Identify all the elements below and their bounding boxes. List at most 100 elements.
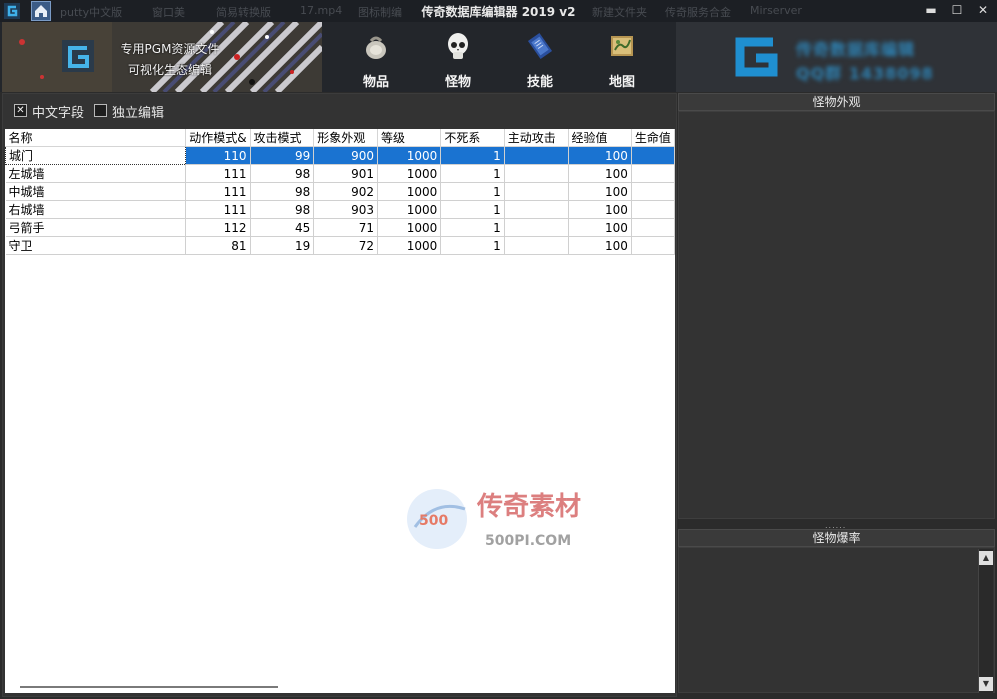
table-cell[interactable]: 1000 (377, 200, 442, 219)
table-cell[interactable]: 902 (313, 182, 379, 201)
table-cell[interactable] (631, 236, 675, 255)
brand-logo-icon (735, 37, 778, 77)
brand-blurred-line-2: QQ群 1438098 (796, 64, 934, 83)
column-header[interactable]: 动作模式& (185, 129, 251, 147)
column-header[interactable]: 生命值 (631, 129, 675, 147)
table-cell[interactable]: 72 (313, 236, 379, 255)
minimize-button[interactable]: ▬ (923, 2, 939, 18)
independent-edit-checkbox[interactable] (94, 104, 107, 117)
column-header[interactable]: 主动攻击 (504, 129, 569, 147)
table-row[interactable]: 左城墙 111 98 901 1000 1 100 (5, 164, 675, 183)
table-cell[interactable] (631, 218, 675, 237)
scroll-down-icon[interactable]: ▼ (979, 677, 993, 691)
nav-maps-label: 地图 (608, 75, 635, 90)
column-header[interactable]: 形象外观 (313, 129, 379, 147)
table-cell[interactable]: 903 (313, 200, 379, 219)
table-cell[interactable]: 左城墙 (5, 164, 187, 183)
nav-maps-button[interactable]: 地图 (592, 26, 652, 90)
watermark-cn: 传奇素材 (476, 492, 581, 522)
nav-monsters-button[interactable]: 怪物 (428, 26, 488, 90)
table-cell[interactable]: 110 (185, 146, 251, 165)
independent-edit-label: 独立编辑 (112, 106, 165, 121)
table-row[interactable]: 中城墙 111 98 902 1000 1 100 (5, 182, 675, 201)
table-cell[interactable]: 1 (440, 164, 505, 183)
options-bar: ✕ 中文字段 独立编辑 (3, 94, 676, 128)
table-cell[interactable]: 1000 (377, 236, 442, 255)
table-cell[interactable]: 100 (568, 164, 632, 183)
table-row[interactable]: 右城墙 111 98 903 1000 1 100 (5, 200, 675, 219)
close-button[interactable]: ✕ (975, 2, 991, 18)
table-cell[interactable] (504, 164, 569, 183)
table-cell[interactable]: 城门 (5, 146, 187, 165)
table-cell[interactable]: 100 (568, 200, 632, 219)
title-bar: putty中文版 窗口美 简易转换版 17.mp4 图标制编 新建文件夹 传奇服… (0, 0, 997, 22)
horizontal-scrollbar[interactable] (20, 686, 278, 688)
nav-items-button[interactable]: 物品 (346, 26, 406, 90)
nav-skills-button[interactable]: 技能 (510, 26, 570, 90)
table-cell[interactable] (631, 200, 675, 219)
table-cell[interactable]: 1 (440, 146, 505, 165)
table-cell[interactable]: 1 (440, 218, 505, 237)
table-cell[interactable]: 45 (250, 218, 315, 237)
maximize-button[interactable]: ☐ (949, 2, 965, 18)
table-cell[interactable] (504, 236, 569, 255)
table-cell[interactable]: 112 (185, 218, 251, 237)
table-cell[interactable]: 1000 (377, 146, 442, 165)
table-cell[interactable] (631, 164, 675, 183)
table-cell[interactable] (504, 218, 569, 237)
table-cell[interactable]: 71 (313, 218, 379, 237)
table-cell[interactable] (631, 146, 675, 165)
table-cell[interactable]: 99 (250, 146, 315, 165)
table-cell[interactable]: 中城墙 (5, 182, 187, 201)
table-row[interactable]: 城门 110 99 900 1000 1 100 (5, 146, 675, 165)
table-cell[interactable]: 111 (185, 182, 251, 201)
bag-icon (366, 36, 386, 59)
table-cell[interactable]: 901 (313, 164, 379, 183)
table-row[interactable]: 守卫 81 19 72 1000 1 100 (5, 236, 675, 255)
nav-items-label: 物品 (362, 75, 389, 90)
column-header[interactable]: 不死系 (440, 129, 505, 147)
table-cell[interactable]: 900 (313, 146, 379, 165)
table-cell[interactable]: 100 (568, 218, 632, 237)
table-cell[interactable]: 1000 (377, 164, 442, 183)
table-cell[interactable] (504, 200, 569, 219)
table-row[interactable]: 弓箭手 112 45 71 1000 1 100 (5, 218, 675, 237)
table-cell[interactable]: 1 (440, 182, 505, 201)
table-cell[interactable]: 右城墙 (5, 200, 187, 219)
column-header[interactable]: 等级 (377, 129, 442, 147)
table-cell[interactable]: 1 (440, 200, 505, 219)
table-cell[interactable]: 98 (250, 164, 315, 183)
watermark-badge: 500 (419, 513, 448, 529)
table-cell[interactable]: 1 (440, 236, 505, 255)
table-cell[interactable] (504, 146, 569, 165)
table-cell[interactable]: 81 (185, 236, 251, 255)
table-cell[interactable]: 100 (568, 182, 632, 201)
scroll-up-icon[interactable]: ▲ (979, 551, 993, 565)
chinese-fields-checkbox[interactable]: ✕ (14, 104, 27, 117)
table-cell[interactable] (504, 182, 569, 201)
appearance-preview (678, 111, 995, 519)
droprate-title: 怪物爆率 (678, 529, 995, 547)
column-header[interactable]: 经验值 (568, 129, 632, 147)
monster-grid: 名称 动作模式& 攻击模式 形象外观 等级 不死系 主动攻击 经验值 生命值 城… (5, 129, 675, 693)
table-cell[interactable]: 弓箭手 (5, 218, 187, 237)
book-icon (527, 32, 553, 60)
droprate-list[interactable] (678, 547, 995, 693)
column-header[interactable]: 名称 (5, 129, 187, 147)
table-cell[interactable]: 守卫 (5, 236, 187, 255)
droprate-scrollbar[interactable]: ▲ ▼ (978, 549, 993, 693)
table-cell[interactable]: 98 (250, 200, 315, 219)
table-cell[interactable]: 111 (185, 200, 251, 219)
table-cell[interactable]: 1000 (377, 182, 442, 201)
table-cell[interactable]: 111 (185, 164, 251, 183)
table-cell[interactable] (631, 182, 675, 201)
table-cell[interactable]: 100 (568, 146, 632, 165)
header-banner: 专用PGM资源文件 可视化生态编辑 物品 怪物 技能 地图 传奇数据库编辑 QQ… (0, 22, 997, 92)
table-cell[interactable]: 98 (250, 182, 315, 201)
chinese-fields-label: 中文字段 (32, 106, 85, 121)
table-header-row: 名称 动作模式& 攻击模式 形象外观 等级 不死系 主动攻击 经验值 生命值 (5, 129, 675, 147)
table-cell[interactable]: 19 (250, 236, 315, 255)
column-header[interactable]: 攻击模式 (250, 129, 315, 147)
table-cell[interactable]: 1000 (377, 218, 442, 237)
table-cell[interactable]: 100 (568, 236, 632, 255)
